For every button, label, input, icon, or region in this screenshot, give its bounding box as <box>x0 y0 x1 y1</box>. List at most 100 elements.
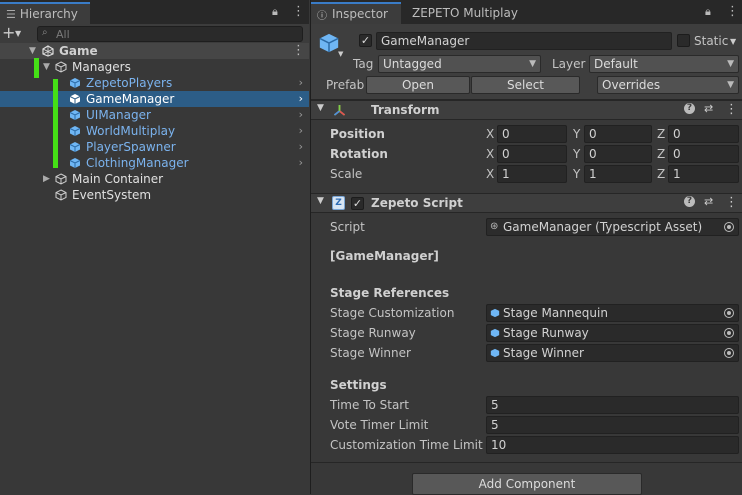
hierarchy-item-zepetoplayers[interactable]: ZepetoPlayers › <box>0 75 309 91</box>
scale-x-field[interactable]: 1 <box>497 165 567 183</box>
hierarchy-item-eventsystem[interactable]: EventSystem <box>0 187 309 203</box>
z-axis-label[interactable]: Z <box>657 146 665 162</box>
prefab-open-button[interactable]: Open <box>366 76 470 94</box>
add-component-button[interactable]: Add Component <box>412 473 642 495</box>
y-axis-label[interactable]: Y <box>573 126 580 142</box>
rotation-y-field[interactable]: 0 <box>584 145 652 163</box>
hierarchy-panel: ☰ Hierarchy 🔒︎ ⋮ + ▼ ⌕ All ▼ Game ⋮ ▼ Ma… <box>0 0 309 494</box>
more-menu-icon[interactable]: ⋮ <box>726 4 739 19</box>
component-menu-icon[interactable]: ⋮ <box>725 195 738 210</box>
chevron-right-icon[interactable]: › <box>299 123 303 139</box>
time-to-start-field[interactable]: 5 <box>486 396 739 414</box>
rotation-label: Rotation <box>330 147 388 161</box>
chevron-down-icon[interactable]: ▼ <box>15 29 21 38</box>
search-placeholder: All <box>56 27 70 41</box>
position-label: Position <box>330 127 385 141</box>
customization-time-limit-field[interactable]: 10 <box>486 436 739 454</box>
position-y-field[interactable]: 0 <box>584 125 652 143</box>
chevron-right-icon[interactable]: › <box>299 107 303 123</box>
expand-arrow-icon[interactable]: ▶ <box>43 171 50 187</box>
zepeto-script-header[interactable]: ▼ Z ✓ Zepeto Script ? ⇄ ⋮ <box>311 193 742 213</box>
help-icon[interactable]: ? <box>684 103 695 114</box>
object-picker-icon[interactable] <box>724 348 734 358</box>
hierarchy-item-clothingmanager[interactable]: ClothingManager › <box>0 155 309 171</box>
stage-references-header: Stage References <box>330 286 450 300</box>
tab-zepeto-label: ZEPETO Multiplay <box>412 6 518 20</box>
chevron-right-icon[interactable]: › <box>299 155 303 171</box>
chevron-right-icon[interactable]: › <box>299 75 303 91</box>
preset-icon[interactable]: ⇄ <box>704 195 713 208</box>
scene-more-icon[interactable]: ⋮ <box>292 43 305 59</box>
script-enabled-checkbox[interactable]: ✓ <box>351 197 364 210</box>
icon-dropdown-icon[interactable]: ▼ <box>338 50 343 58</box>
lock-icon[interactable]: 🔒︎ <box>705 5 711 19</box>
x-axis-label[interactable]: X <box>486 146 494 162</box>
expand-arrow-icon[interactable]: ▼ <box>29 43 36 59</box>
hierarchy-tabbar: ☰ Hierarchy 🔒︎ ⋮ <box>0 0 309 24</box>
foldout-arrow-icon[interactable]: ▼ <box>317 196 324 206</box>
static-dropdown-icon[interactable]: ▼ <box>730 37 736 46</box>
add-object-button[interactable]: + <box>2 24 15 42</box>
chevron-right-icon[interactable]: › <box>299 139 303 155</box>
expand-arrow-icon[interactable]: ▼ <box>43 59 50 75</box>
x-axis-label[interactable]: X <box>486 166 494 182</box>
script-label: Script <box>330 220 365 234</box>
preset-icon[interactable]: ⇄ <box>704 102 713 115</box>
hierarchy-item-main-container[interactable]: ▶ Main Container <box>0 171 309 187</box>
prefab-icon <box>490 308 500 318</box>
scene-row-game[interactable]: ▼ Game ⋮ <box>0 43 309 59</box>
hierarchy-item-worldmultiplay[interactable]: WorldMultiplay › <box>0 123 309 139</box>
layer-dropdown[interactable]: Default ▼ <box>589 55 739 73</box>
hierarchy-item-playerspawner[interactable]: PlayerSpawner › <box>0 139 309 155</box>
stage-winner-label: Stage Winner <box>330 346 411 360</box>
prefab-large-icon[interactable] <box>318 32 340 54</box>
transform-header[interactable]: ▼ Transform ? ⇄ ⋮ <box>311 100 742 120</box>
tab-zepeto-multiplay[interactable]: ZEPETO Multiplay <box>406 2 536 24</box>
transform-title: Transform <box>371 103 440 117</box>
scale-z-field[interactable]: 1 <box>668 165 739 183</box>
hierarchy-item-label: ZepetoPlayers <box>86 76 173 90</box>
prefab-overrides-dropdown[interactable]: Overrides ▼ <box>597 76 739 94</box>
lock-icon[interactable]: 🔒︎ <box>272 5 278 19</box>
z-axis-label[interactable]: Z <box>657 126 665 142</box>
search-input[interactable]: ⌕ All <box>37 26 303 42</box>
component-menu-icon[interactable]: ⋮ <box>725 102 738 117</box>
foldout-arrow-icon[interactable]: ▼ <box>317 103 324 113</box>
object-picker-icon[interactable] <box>724 308 734 318</box>
more-menu-icon[interactable]: ⋮ <box>292 4 305 19</box>
z-axis-label[interactable]: Z <box>657 166 665 182</box>
y-axis-label[interactable]: Y <box>573 146 580 162</box>
script-field[interactable]: ⊛ GameManager (Typescript Asset) <box>486 218 739 236</box>
y-axis-label[interactable]: Y <box>573 166 580 182</box>
static-checkbox[interactable] <box>677 34 690 47</box>
active-checkbox[interactable]: ✓ <box>359 34 372 47</box>
tab-inspector[interactable]: ⓘ Inspector <box>311 2 401 24</box>
hierarchy-item-gamemanager[interactable]: GameManager › <box>0 91 309 107</box>
tag-dropdown[interactable]: Untagged ▼ <box>378 55 541 73</box>
info-icon: ⓘ <box>317 10 327 22</box>
hierarchy-item-label: Managers <box>72 60 131 74</box>
prefab-select-button[interactable]: Select <box>471 76 580 94</box>
vote-timer-limit-field[interactable]: 5 <box>486 416 739 434</box>
rotation-x-field[interactable]: 0 <box>497 145 567 163</box>
stage-winner-field[interactable]: Stage Winner <box>486 344 739 362</box>
scale-y-field[interactable]: 1 <box>584 165 652 183</box>
chevron-down-icon: ▼ <box>529 59 536 69</box>
rotation-z-field[interactable]: 0 <box>668 145 739 163</box>
tab-hierarchy[interactable]: ☰ Hierarchy <box>0 2 90 24</box>
chevron-right-icon[interactable]: › <box>299 91 303 107</box>
object-picker-icon[interactable] <box>724 328 734 338</box>
position-z-field[interactable]: 0 <box>668 125 739 143</box>
x-axis-label[interactable]: X <box>486 126 494 142</box>
stage-customization-field[interactable]: Stage Mannequin <box>486 304 739 322</box>
hierarchy-item-uimanager[interactable]: UIManager › <box>0 107 309 123</box>
hierarchy-item-managers[interactable]: ▼ Managers <box>0 59 309 75</box>
object-name-field[interactable]: GameManager <box>376 32 672 50</box>
stage-runway-field[interactable]: Stage Runway <box>486 324 739 342</box>
stage-customization-label: Stage Customization <box>330 306 455 320</box>
object-picker-icon[interactable] <box>724 222 734 232</box>
overrides-label: Overrides <box>602 78 661 92</box>
position-x-field[interactable]: 0 <box>497 125 567 143</box>
zepeto-script-title: Zepeto Script <box>371 196 463 210</box>
help-icon[interactable]: ? <box>684 196 695 207</box>
